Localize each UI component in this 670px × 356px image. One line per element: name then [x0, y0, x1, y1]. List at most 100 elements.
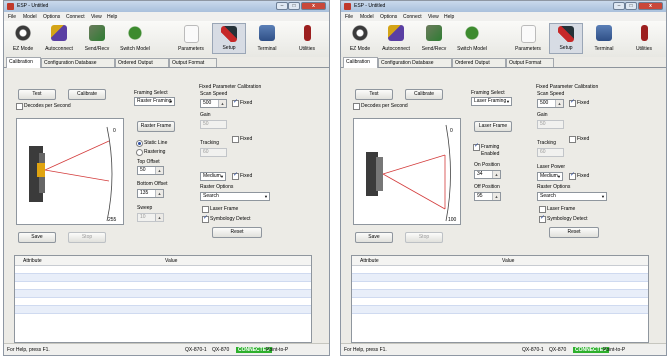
table-row[interactable]: [352, 298, 648, 306]
symbology-detect-checkbox[interactable]: Symbology Detect: [202, 215, 251, 223]
spinner-arrows-icon[interactable]: ▲: [155, 167, 163, 174]
table-row[interactable]: [352, 274, 648, 282]
laser-frame-checkbox[interactable]: Laser Frame: [539, 206, 575, 213]
table-row[interactable]: [352, 306, 648, 314]
tab-ordered-output[interactable]: Ordered Output: [115, 58, 169, 67]
utilities-button[interactable]: Utilities: [290, 23, 324, 54]
raster-options-dropdown[interactable]: Search ▼: [537, 192, 607, 201]
autoconnect-button[interactable]: Autoconnect: [379, 23, 413, 54]
terminal-button[interactable]: Terminal: [250, 23, 284, 54]
maximize-button[interactable]: □: [288, 2, 300, 10]
setup-button[interactable]: Setup: [549, 23, 583, 54]
tab-calibration[interactable]: Calibration: [6, 57, 41, 68]
close-button[interactable]: x: [638, 2, 663, 10]
table-row[interactable]: [352, 266, 648, 274]
bottom-offset-input[interactable]: 135 ▲: [137, 189, 164, 198]
table-row[interactable]: [15, 290, 311, 298]
tab-configuration-database[interactable]: Configuration Database: [41, 58, 115, 67]
laser-power-dropdown[interactable]: Medium ▼: [200, 172, 226, 181]
spinner-arrows-icon[interactable]: ▲: [155, 190, 163, 197]
scan-speed-fixed-checkbox[interactable]: Fixed: [569, 99, 589, 107]
laser-power-dropdown[interactable]: Medium ▼: [537, 172, 563, 181]
framing-select-dropdown[interactable]: Laser Framing ▼: [471, 97, 512, 106]
tab-configuration-database[interactable]: Configuration Database: [378, 58, 452, 67]
top-offset-input[interactable]: 50 ▲: [137, 166, 164, 175]
table-row[interactable]: [15, 298, 311, 306]
raster-frame-button[interactable]: Raster Frame: [137, 121, 175, 132]
menu-options[interactable]: Options: [380, 14, 397, 20]
sweep-input[interactable]: 10 ▲: [137, 213, 164, 222]
tab-output-format[interactable]: Output Format: [169, 58, 217, 67]
table-row[interactable]: [352, 290, 648, 298]
close-button[interactable]: x: [301, 2, 326, 10]
raster-options-dropdown[interactable]: Search ▼: [200, 192, 270, 201]
decodes-per-second-checkbox[interactable]: Decodes per Second: [16, 103, 71, 110]
table-row[interactable]: [15, 306, 311, 314]
tracking-input[interactable]: 60: [537, 148, 564, 157]
table-row[interactable]: [15, 274, 311, 282]
spinner-arrows-icon[interactable]: ▲: [492, 193, 500, 200]
minimize-button[interactable]: –: [613, 2, 625, 10]
ez-mode-button[interactable]: EZ Mode: [343, 23, 377, 54]
autoconnect-button[interactable]: Autoconnect: [42, 23, 76, 54]
table-row[interactable]: [15, 282, 311, 290]
static-line-radio[interactable]: Static Line: [136, 140, 167, 147]
menu-file[interactable]: File: [345, 14, 353, 20]
save-button[interactable]: Save: [355, 232, 393, 243]
parameters-button[interactable]: Parameters: [511, 23, 545, 54]
spinner-arrows-icon[interactable]: ▲: [218, 100, 226, 107]
utilities-button[interactable]: Utilities: [627, 23, 661, 54]
save-button[interactable]: Save: [18, 232, 56, 243]
setup-button[interactable]: Setup: [212, 23, 246, 54]
scan-speed-fixed-checkbox[interactable]: Fixed: [232, 99, 252, 107]
test-button[interactable]: Test: [355, 89, 393, 100]
reset-button[interactable]: Reset: [212, 227, 262, 238]
parameters-button[interactable]: Parameters: [174, 23, 208, 54]
laser-power-fixed-checkbox[interactable]: Fixed: [569, 172, 589, 180]
table-row[interactable]: [15, 266, 311, 274]
decodes-per-second-checkbox[interactable]: Decodes per Second: [353, 103, 408, 110]
menu-file[interactable]: File: [8, 14, 16, 20]
switch-model-button[interactable]: Switch Model: [455, 23, 489, 54]
gain-input[interactable]: 50: [200, 120, 227, 129]
menu-connect[interactable]: Connect: [66, 14, 85, 20]
gain-input[interactable]: 50: [537, 120, 564, 129]
menu-view[interactable]: View: [428, 14, 439, 20]
spinner-arrows-icon[interactable]: ▲: [492, 171, 500, 178]
calibrate-button[interactable]: Calibrate: [68, 89, 106, 100]
minimize-button[interactable]: –: [276, 2, 288, 10]
terminal-button[interactable]: Terminal: [587, 23, 621, 54]
tab-calibration[interactable]: Calibration: [343, 57, 378, 68]
switch-model-button[interactable]: Switch Model: [118, 23, 152, 54]
off-position-input[interactable]: 95 ▲: [474, 192, 501, 201]
laser-power-fixed-checkbox[interactable]: Fixed: [232, 172, 252, 180]
tracking-input[interactable]: 60: [200, 148, 227, 157]
on-position-input[interactable]: 34 ▲: [474, 170, 501, 179]
menu-connect[interactable]: Connect: [403, 14, 422, 20]
scan-speed-input[interactable]: 500 ▲: [200, 99, 227, 108]
send-recv-button[interactable]: Send/Recv: [417, 23, 451, 54]
tab-ordered-output[interactable]: Ordered Output: [452, 58, 506, 67]
rastering-radio[interactable]: Rastering: [136, 149, 165, 156]
tracking-fixed-checkbox[interactable]: Fixed: [569, 136, 589, 143]
scan-speed-input[interactable]: 500 ▲: [537, 99, 564, 108]
ez-mode-button[interactable]: EZ Mode: [6, 23, 40, 54]
symbology-detect-checkbox[interactable]: Symbology Detect: [539, 215, 588, 223]
test-button[interactable]: Test: [18, 89, 56, 100]
table-row[interactable]: [352, 282, 648, 290]
tracking-fixed-checkbox[interactable]: Fixed: [232, 136, 252, 143]
menu-help[interactable]: Help: [107, 14, 117, 20]
stop-button[interactable]: Stop: [405, 232, 443, 243]
reset-button[interactable]: Reset: [549, 227, 599, 238]
spinner-arrows-icon[interactable]: ▲: [155, 214, 163, 221]
laser-frame-checkbox[interactable]: Laser Frame: [202, 206, 238, 213]
menu-options[interactable]: Options: [43, 14, 60, 20]
tab-output-format[interactable]: Output Format: [506, 58, 554, 67]
laser-frame-button[interactable]: Laser Frame: [474, 121, 512, 132]
framing-select-dropdown[interactable]: Raster Framing ▼: [134, 97, 175, 106]
framing-enabled-checkbox[interactable]: Framing Enabled: [473, 143, 503, 158]
menu-model[interactable]: Model: [360, 14, 374, 20]
menu-model[interactable]: Model: [23, 14, 37, 20]
send-recv-button[interactable]: Send/Recv: [80, 23, 114, 54]
menu-help[interactable]: Help: [444, 14, 454, 20]
